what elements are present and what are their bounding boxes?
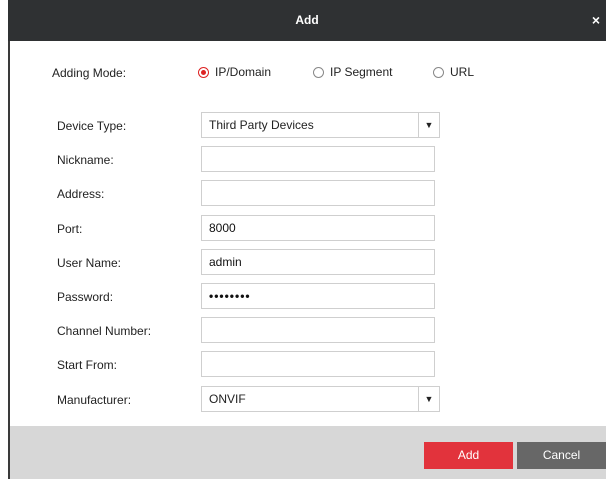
dialog-titlebar: Add × [8, 0, 606, 41]
close-icon[interactable]: × [592, 0, 600, 41]
cancel-button[interactable]: Cancel [517, 442, 606, 469]
radio-ip-domain[interactable]: IP/Domain [198, 65, 271, 79]
device-type-select[interactable]: Third Party Devices ▼ [201, 112, 440, 138]
manufacturer-label: Manufacturer: [57, 393, 132, 407]
user-name-field[interactable]: admin [201, 249, 435, 275]
radio-selected-icon [198, 66, 209, 78]
password-label: Password: [57, 290, 114, 304]
manufacturer-select[interactable]: ONVIF ▼ [201, 386, 440, 412]
port-label: Port: [57, 222, 83, 236]
channel-number-field[interactable] [201, 317, 435, 343]
password-field[interactable]: •••••••• [201, 283, 435, 309]
adding-mode-label: Adding Mode: [52, 66, 127, 80]
radio-url-label: URL [450, 65, 475, 79]
device-type-value: Third Party Devices [209, 118, 314, 132]
radio-unselected-icon [433, 66, 444, 78]
nickname-label: Nickname: [57, 153, 114, 167]
start-from-field[interactable] [201, 351, 435, 377]
channel-number-label: Channel Number: [57, 324, 152, 338]
chevron-down-icon: ▼ [418, 113, 439, 137]
radio-ip-segment-label: IP Segment [330, 65, 393, 79]
port-field[interactable]: 8000 [201, 215, 435, 241]
address-field[interactable] [201, 180, 435, 206]
start-from-label: Start From: [57, 358, 118, 372]
radio-url[interactable]: URL [433, 65, 474, 79]
dialog-title: Add [295, 13, 319, 27]
chevron-down-icon: ▼ [418, 387, 439, 411]
radio-unselected-icon [313, 66, 324, 78]
radio-ip-domain-label: IP/Domain [215, 65, 272, 79]
add-button[interactable]: Add [424, 442, 513, 469]
radio-ip-segment[interactable]: IP Segment [313, 65, 392, 79]
manufacturer-value: ONVIF [209, 392, 246, 406]
user-name-label: User Name: [57, 256, 122, 270]
dialog-left-border [8, 41, 10, 479]
nickname-field[interactable] [201, 146, 435, 172]
add-device-dialog: Add × Adding Mode: IP/Domain IP Segment … [8, 0, 606, 479]
address-label: Address: [57, 187, 105, 201]
device-type-label: Device Type: [57, 119, 127, 133]
